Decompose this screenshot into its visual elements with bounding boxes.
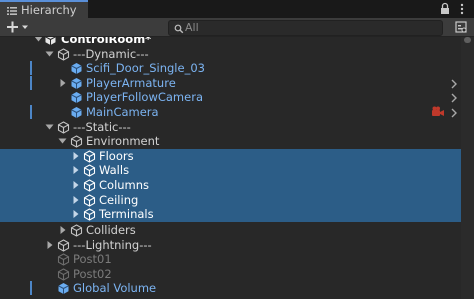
tree-row-environment[interactable]: Environment xyxy=(0,134,461,149)
gameobject-cube-icon xyxy=(83,193,96,207)
tree-row-player-armature[interactable]: PlayerArmature xyxy=(0,75,461,91)
list-icon xyxy=(7,5,17,15)
tab-bar: Hierarchy xyxy=(0,0,474,18)
expand-arrow-icon[interactable] xyxy=(58,225,67,235)
tree-row-label: Post02 xyxy=(73,266,112,281)
tree-row-main-camera[interactable]: MainCamera xyxy=(0,105,461,120)
search-field[interactable] xyxy=(168,20,443,36)
scrollbar-thumb[interactable] xyxy=(464,37,471,43)
gameobject-cube-icon xyxy=(70,224,83,237)
tree-row-global-volume[interactable]: Global Volume xyxy=(0,281,461,296)
collapse-arrow-icon[interactable] xyxy=(45,122,54,132)
prefab-override-bar xyxy=(30,105,32,119)
tree-row-dynamic[interactable]: ---Dynamic--- xyxy=(0,47,461,62)
hierarchy-tree: ControlRoom* ---Dynamic--- Scifi_Door_Si… xyxy=(0,37,474,299)
expand-arrow-icon[interactable] xyxy=(71,209,80,219)
tree-row-post01[interactable]: Post01 xyxy=(0,252,461,267)
tree-row-terminals[interactable]: Terminals xyxy=(0,207,461,222)
gameobject-cube-icon xyxy=(57,238,70,252)
gameobject-cube-icon xyxy=(83,179,96,192)
tree-row-floors[interactable]: Floors xyxy=(0,148,461,164)
gameobject-cube-icon xyxy=(57,268,70,281)
tree-row-label: PlayerArmature xyxy=(86,75,176,90)
tree-row-post02[interactable]: Post02 xyxy=(0,267,461,282)
tree-row-columns[interactable]: Columns xyxy=(0,178,461,193)
hierarchy-toolbar xyxy=(0,18,474,37)
search-input[interactable] xyxy=(185,21,435,35)
collapse-arrow-icon[interactable] xyxy=(58,136,67,146)
gameobject-cube-icon xyxy=(57,120,70,134)
tree-row-label: Post01 xyxy=(73,252,112,267)
tree-row-label: PlayerFollowCamera xyxy=(86,90,203,105)
tree-row-label: Scifi_Door_Single_03 xyxy=(86,61,205,76)
tree-row-label: ---Dynamic--- xyxy=(73,46,149,61)
expand-arrow-icon[interactable] xyxy=(71,165,80,175)
collapse-arrow-icon[interactable] xyxy=(45,49,54,59)
gameobject-cube-icon xyxy=(57,47,70,61)
chevron-right-icon[interactable] xyxy=(450,107,458,118)
expand-arrow-icon[interactable] xyxy=(71,195,80,205)
tree-row-label: Floors xyxy=(99,148,134,163)
prefab-cube-icon xyxy=(70,62,83,75)
prefab-cube-icon xyxy=(70,106,83,119)
tree-row-walls[interactable]: Walls xyxy=(0,163,461,178)
expand-arrow-icon[interactable] xyxy=(45,240,54,250)
unity-scene-icon xyxy=(44,37,57,46)
tree-row-static[interactable]: ---Static--- xyxy=(0,120,461,135)
gameobject-cube-icon xyxy=(57,253,70,266)
tree-row-label: ---Lightning--- xyxy=(73,237,152,252)
prefab-override-bar xyxy=(30,281,32,296)
search-icon xyxy=(174,23,185,34)
gameobject-cube-icon xyxy=(70,135,83,148)
scene-title: ControlRoom* xyxy=(61,37,152,46)
tree-row-label: Global Volume xyxy=(73,281,157,296)
tree-row-label: Columns xyxy=(99,178,150,192)
gameobject-cube-icon xyxy=(83,150,96,163)
tree-row-scifi-door[interactable]: Scifi_Door_Single_03 xyxy=(0,61,461,76)
prefab-override-bar xyxy=(30,61,32,76)
kebab-menu-icon[interactable] xyxy=(460,3,464,15)
tree-row-label: ---Static--- xyxy=(73,119,131,134)
collapse-arrow-icon[interactable] xyxy=(34,37,43,44)
prefab-cube-icon xyxy=(70,91,83,104)
tree-row-lightning[interactable]: ---Lightning--- xyxy=(0,238,461,253)
tree-row-colliders[interactable]: Colliders xyxy=(0,223,461,238)
gameobject-cube-icon xyxy=(83,164,96,178)
prefab-cube-icon xyxy=(70,77,83,90)
tree-row-label: Environment xyxy=(86,134,160,149)
expand-arrow-icon[interactable] xyxy=(71,180,80,190)
add-dropdown-button[interactable] xyxy=(5,19,33,35)
tab-title: Hierarchy xyxy=(21,3,77,17)
scene-row[interactable]: ControlRoom* xyxy=(0,37,461,47)
vertical-scrollbar[interactable] xyxy=(461,37,474,299)
chevron-right-icon[interactable] xyxy=(450,92,458,103)
tree-row-ceiling[interactable]: Ceiling xyxy=(0,192,461,208)
tree-row-label: Ceiling xyxy=(99,192,139,207)
plus-icon xyxy=(7,21,28,33)
prefab-cube-icon xyxy=(57,282,70,295)
tree-row-label: MainCamera xyxy=(86,105,159,119)
tree-row-player-follow-camera[interactable]: PlayerFollowCamera xyxy=(0,90,461,105)
tree-row-label: Colliders xyxy=(86,223,136,237)
camera-icon xyxy=(431,106,445,118)
prefab-override-bar xyxy=(30,75,32,90)
tab-hierarchy[interactable]: Hierarchy xyxy=(0,0,88,18)
tree-row-label: Walls xyxy=(99,163,130,178)
search-by-type-icon[interactable] xyxy=(455,20,468,34)
chevron-right-icon[interactable] xyxy=(450,78,458,89)
expand-arrow-icon[interactable] xyxy=(58,78,67,88)
tree-row-label: Terminals xyxy=(99,207,154,222)
lock-icon[interactable] xyxy=(440,2,450,15)
gameobject-cube-icon xyxy=(83,208,96,221)
expand-arrow-icon[interactable] xyxy=(71,151,80,161)
